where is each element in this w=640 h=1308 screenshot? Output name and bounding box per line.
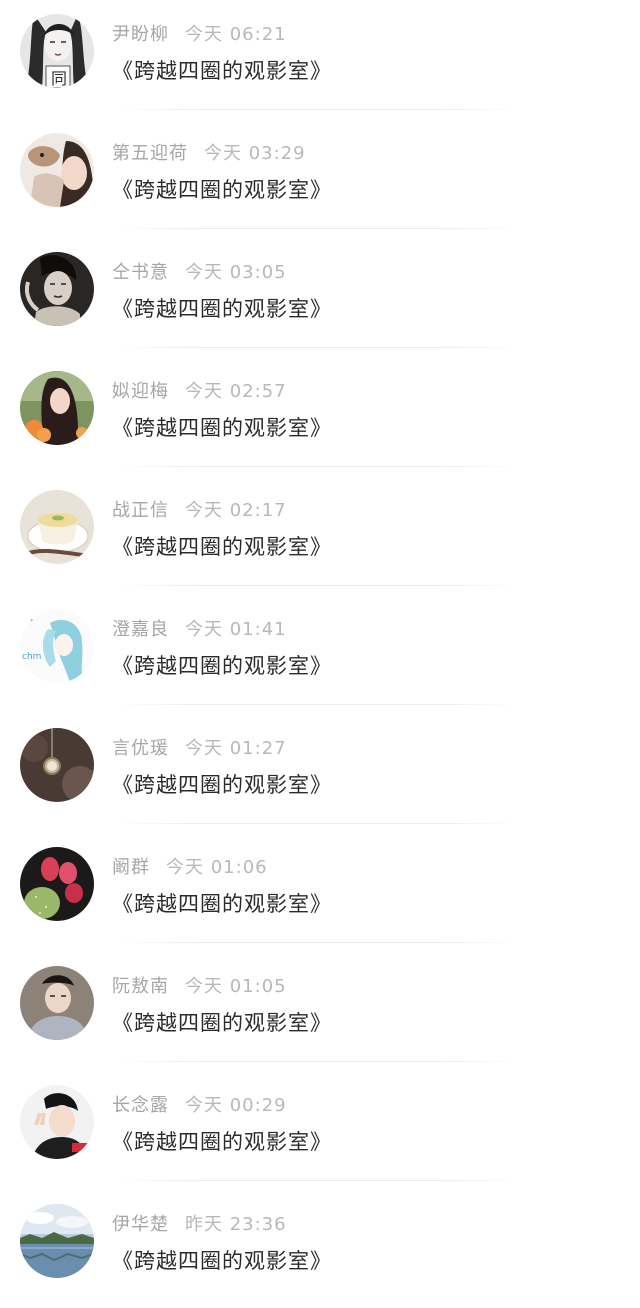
svg-text:同: 同: [51, 69, 67, 88]
comment-item[interactable]: 姒迎梅 今天 02:57 《跨越四圈的观影室》: [0, 357, 640, 475]
divider: [118, 942, 518, 943]
comment-item[interactable]: 言优瑗 今天 01:27 《跨越四圈的观影室》: [0, 714, 640, 832]
timestamp: 今天 03:29: [204, 143, 306, 164]
timestamp: 今天 01:27: [185, 738, 287, 759]
timestamp: 今天 03:05: [185, 262, 287, 283]
comment-text: 《跨越四圈的观影室》: [112, 1249, 332, 1273]
comment-meta: 言优瑗 今天 01:27: [112, 734, 287, 760]
divider: [118, 1061, 518, 1062]
comment-text: 《跨越四圈的观影室》: [112, 59, 332, 83]
divider: [118, 347, 518, 348]
comment-item[interactable]: 长念露 今天 00:29 《跨越四圈的观影室》: [0, 1071, 640, 1189]
svg-text:chm: chm: [22, 652, 41, 662]
comment-item[interactable]: 仝书意 今天 03:05 《跨越四圈的观影室》: [0, 238, 640, 356]
timestamp: 昨天 23:36: [185, 1214, 287, 1235]
comment-meta: 阮敖南 今天 01:05: [112, 972, 287, 998]
comment-meta: 澄嘉良 今天 01:41: [112, 615, 287, 641]
comment-text: 《跨越四圈的观影室》: [112, 1130, 332, 1154]
divider: [118, 1180, 518, 1181]
avatar-anime-blue-hair[interactable]: chm: [20, 609, 94, 683]
comment-meta: 长念露 今天 00:29: [112, 1091, 287, 1117]
comment-list: 同 尹盼柳 今天 06:21 《跨越四圈的观影室》 第五迎荷 今天 03:29 《跨…: [0, 0, 640, 1292]
timestamp: 今天 01:05: [185, 976, 287, 997]
timestamp: 今天 01:41: [185, 619, 287, 640]
divider: [118, 585, 518, 586]
username[interactable]: 第五迎荷: [112, 143, 188, 164]
comment-meta: 尹盼柳 今天 06:21: [112, 20, 287, 46]
comment-item[interactable]: 阮敖南 今天 01:05 《跨越四圈的观影室》: [0, 952, 640, 1070]
divider: [118, 466, 518, 467]
avatar-cactus-fruit[interactable]: [20, 847, 94, 921]
comment-meta: 战正信 今天 02:17: [112, 496, 287, 522]
comment-text: 《跨越四圈的观影室》: [112, 297, 332, 321]
avatar-girl-with-puppy[interactable]: [20, 133, 94, 207]
avatar-pudding-bowl[interactable]: [20, 490, 94, 564]
comment-text: 《跨越四圈的观影室》: [112, 773, 332, 797]
divider: [118, 228, 518, 229]
avatar-lake-landscape[interactable]: [20, 1204, 94, 1278]
username[interactable]: 阮敖南: [112, 976, 169, 997]
avatar-girl-flowers[interactable]: [20, 371, 94, 445]
timestamp: 今天 06:21: [185, 24, 287, 45]
divider: [118, 109, 518, 110]
comment-text: 《跨越四圈的观影室》: [112, 654, 332, 678]
username[interactable]: 伊华楚: [112, 1214, 169, 1235]
username[interactable]: 澄嘉良: [112, 619, 169, 640]
comment-text: 《跨越四圈的观影室》: [112, 416, 332, 440]
timestamp: 今天 01:06: [166, 857, 268, 878]
timestamp: 今天 02:57: [185, 381, 287, 402]
comment-item[interactable]: 战正信 今天 02:17 《跨越四圈的观影室》: [0, 476, 640, 594]
comment-text: 《跨越四圈的观影室》: [112, 535, 332, 559]
comment-item[interactable]: chm 澄嘉良 今天 01:41 《跨越四圈的观影室》: [0, 595, 640, 713]
avatar-boy-peace-sign[interactable]: [20, 1085, 94, 1159]
comment-meta: 仝书意 今天 03:05: [112, 258, 287, 284]
username[interactable]: 阚群: [112, 857, 150, 878]
comment-item[interactable]: 第五迎荷 今天 03:29 《跨越四圈的观影室》: [0, 119, 640, 237]
username[interactable]: 言优瑗: [112, 738, 169, 759]
divider: [118, 823, 518, 824]
comment-meta: 姒迎梅 今天 02:57: [112, 377, 287, 403]
comment-text: 《跨越四圈的观影室》: [112, 892, 332, 916]
comment-text: 《跨越四圈的观影室》: [112, 178, 332, 202]
comment-item[interactable]: 伊华楚 昨天 23:36 《跨越四圈的观影室》: [0, 1190, 640, 1308]
comment-meta: 第五迎荷 今天 03:29: [112, 139, 306, 165]
username[interactable]: 仝书意: [112, 262, 169, 283]
username[interactable]: 战正信: [112, 500, 169, 521]
avatar-young-man[interactable]: [20, 966, 94, 1040]
avatar-illustrated-woman[interactable]: 同: [20, 14, 94, 88]
avatar-vintage-woman[interactable]: [20, 252, 94, 326]
timestamp: 今天 02:17: [185, 500, 287, 521]
username[interactable]: 尹盼柳: [112, 24, 169, 45]
username[interactable]: 长念露: [112, 1095, 169, 1116]
comment-meta: 阚群 今天 01:06: [112, 853, 268, 879]
comment-text: 《跨越四圈的观影室》: [112, 1011, 332, 1035]
comment-meta: 伊华楚 昨天 23:36: [112, 1210, 287, 1236]
divider: [118, 704, 518, 705]
timestamp: 今天 00:29: [185, 1095, 287, 1116]
comment-item[interactable]: 同 尹盼柳 今天 06:21 《跨越四圈的观影室》: [0, 0, 640, 118]
username[interactable]: 姒迎梅: [112, 381, 169, 402]
avatar-pocket-watch[interactable]: [20, 728, 94, 802]
comment-item[interactable]: 阚群 今天 01:06 《跨越四圈的观影室》: [0, 833, 640, 951]
